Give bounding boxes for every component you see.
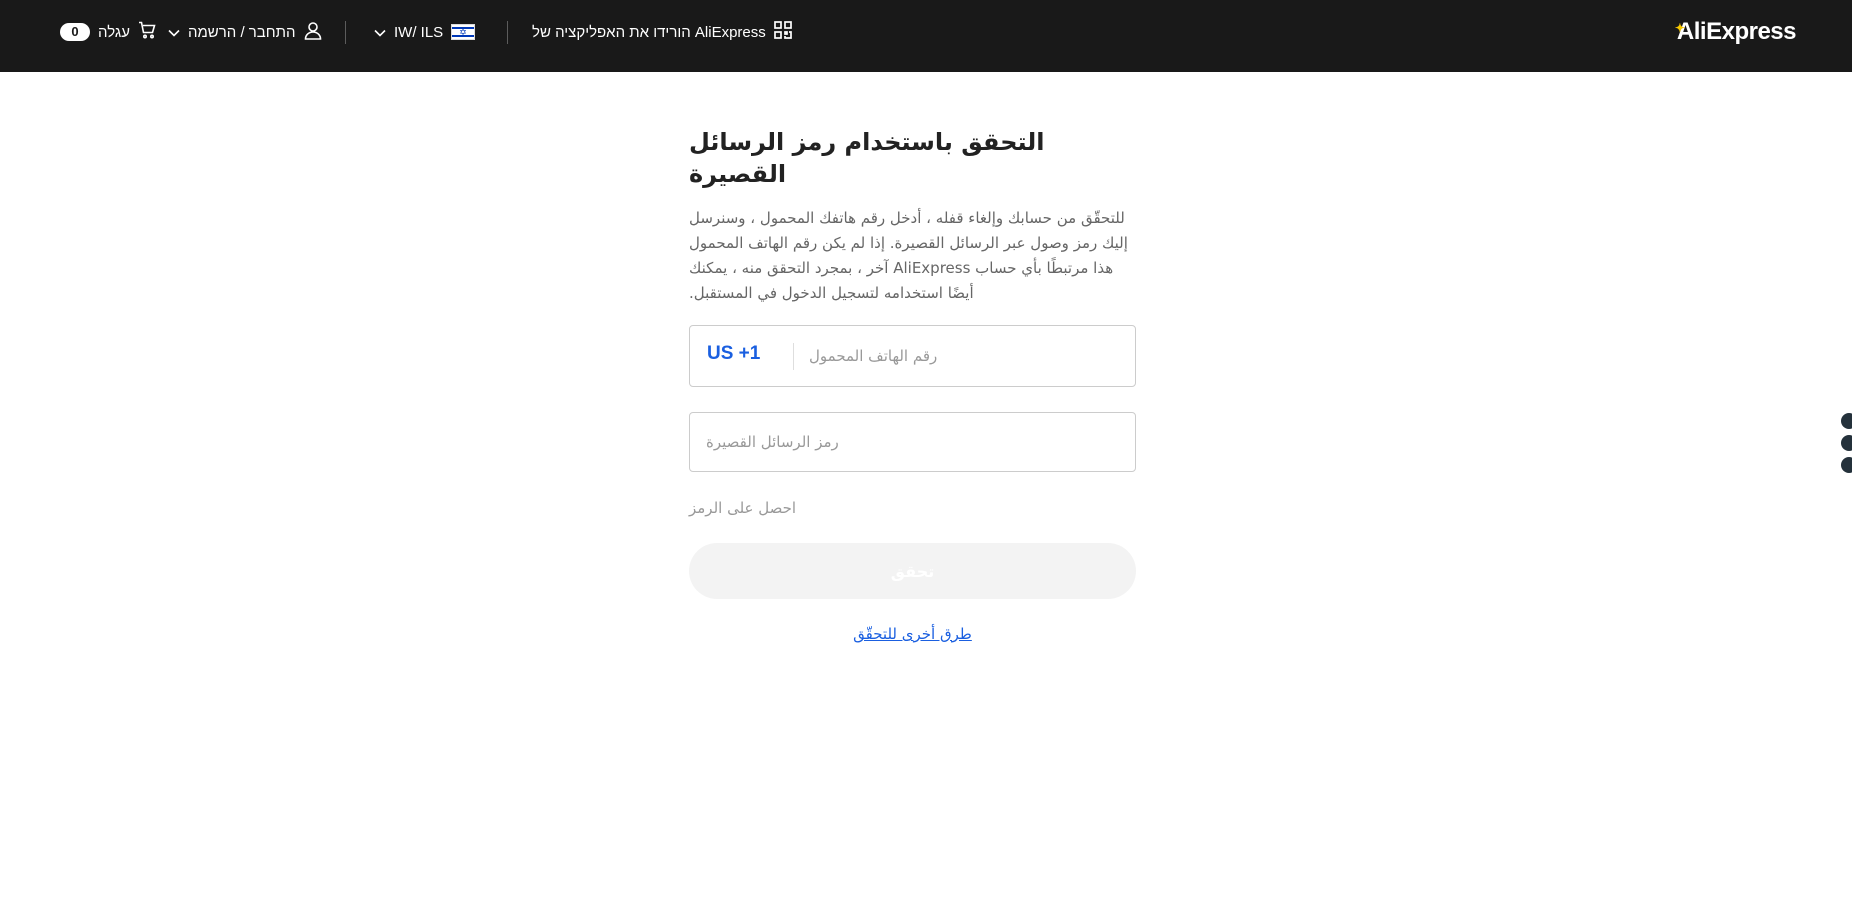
side-dot-icon	[1841, 457, 1852, 473]
account-label: התחבר / הרשמה	[188, 23, 296, 41]
other-verification-methods-link[interactable]: طرق أخرى للتحقّق	[689, 625, 1136, 643]
cart-icon	[138, 21, 156, 43]
side-dot-icon	[1841, 435, 1852, 451]
cart-label: עגלה	[98, 23, 130, 41]
locale-selector[interactable]: IW/ ILS ✡	[374, 0, 476, 64]
phone-field: US +1	[689, 325, 1136, 387]
logo-spark-icon: ✦	[1674, 21, 1685, 35]
download-app-link[interactable]: הורידו את האפליקציה של AliExpress	[532, 0, 792, 64]
cart-count-badge: 0	[60, 23, 90, 41]
aliexpress-logo[interactable]: ✦ AliExpress	[1674, 18, 1797, 46]
cart-link[interactable]: 0 עגלה	[60, 0, 156, 64]
get-code-link[interactable]: احصل على الرمز	[689, 499, 1136, 517]
israel-flag-icon: ✡	[451, 24, 476, 40]
sms-code-field	[689, 412, 1136, 472]
chevron-down-icon	[168, 24, 180, 41]
header-divider	[345, 21, 346, 44]
side-dot-icon	[1841, 413, 1852, 429]
top-header: ✦ AliExpress הורידו את האפליקציה של AliE…	[0, 0, 1852, 72]
side-floating-menu[interactable]	[1841, 413, 1852, 473]
page-title: التحقق باستخدام رمز الرسائل القصيرة	[689, 128, 1045, 188]
sms-verification-form: التحقق باستخدام رمز الرسائل القصيرة للتح…	[689, 126, 1136, 643]
mobile-number-input[interactable]	[807, 326, 1119, 386]
chevron-down-icon	[374, 24, 386, 41]
header-divider	[507, 21, 508, 44]
sms-code-input[interactable]	[704, 413, 1124, 471]
download-app-label: הורידו את האפליקציה של AliExpress	[532, 23, 766, 41]
qr-code-icon	[773, 21, 792, 43]
country-code-selector[interactable]: US +1	[707, 343, 760, 365]
locale-label: IW/ ILS	[394, 23, 444, 41]
logo-text: AliExpress	[1676, 18, 1797, 45]
account-menu[interactable]: התחבר / הרשמה	[168, 0, 322, 64]
user-icon	[304, 21, 322, 44]
verification-description: للتحقّق من حسابك وإلغاء قفله ، أدخل رقم …	[689, 209, 1128, 302]
field-divider	[793, 343, 794, 370]
verify-button[interactable]: تحقق	[689, 543, 1136, 599]
